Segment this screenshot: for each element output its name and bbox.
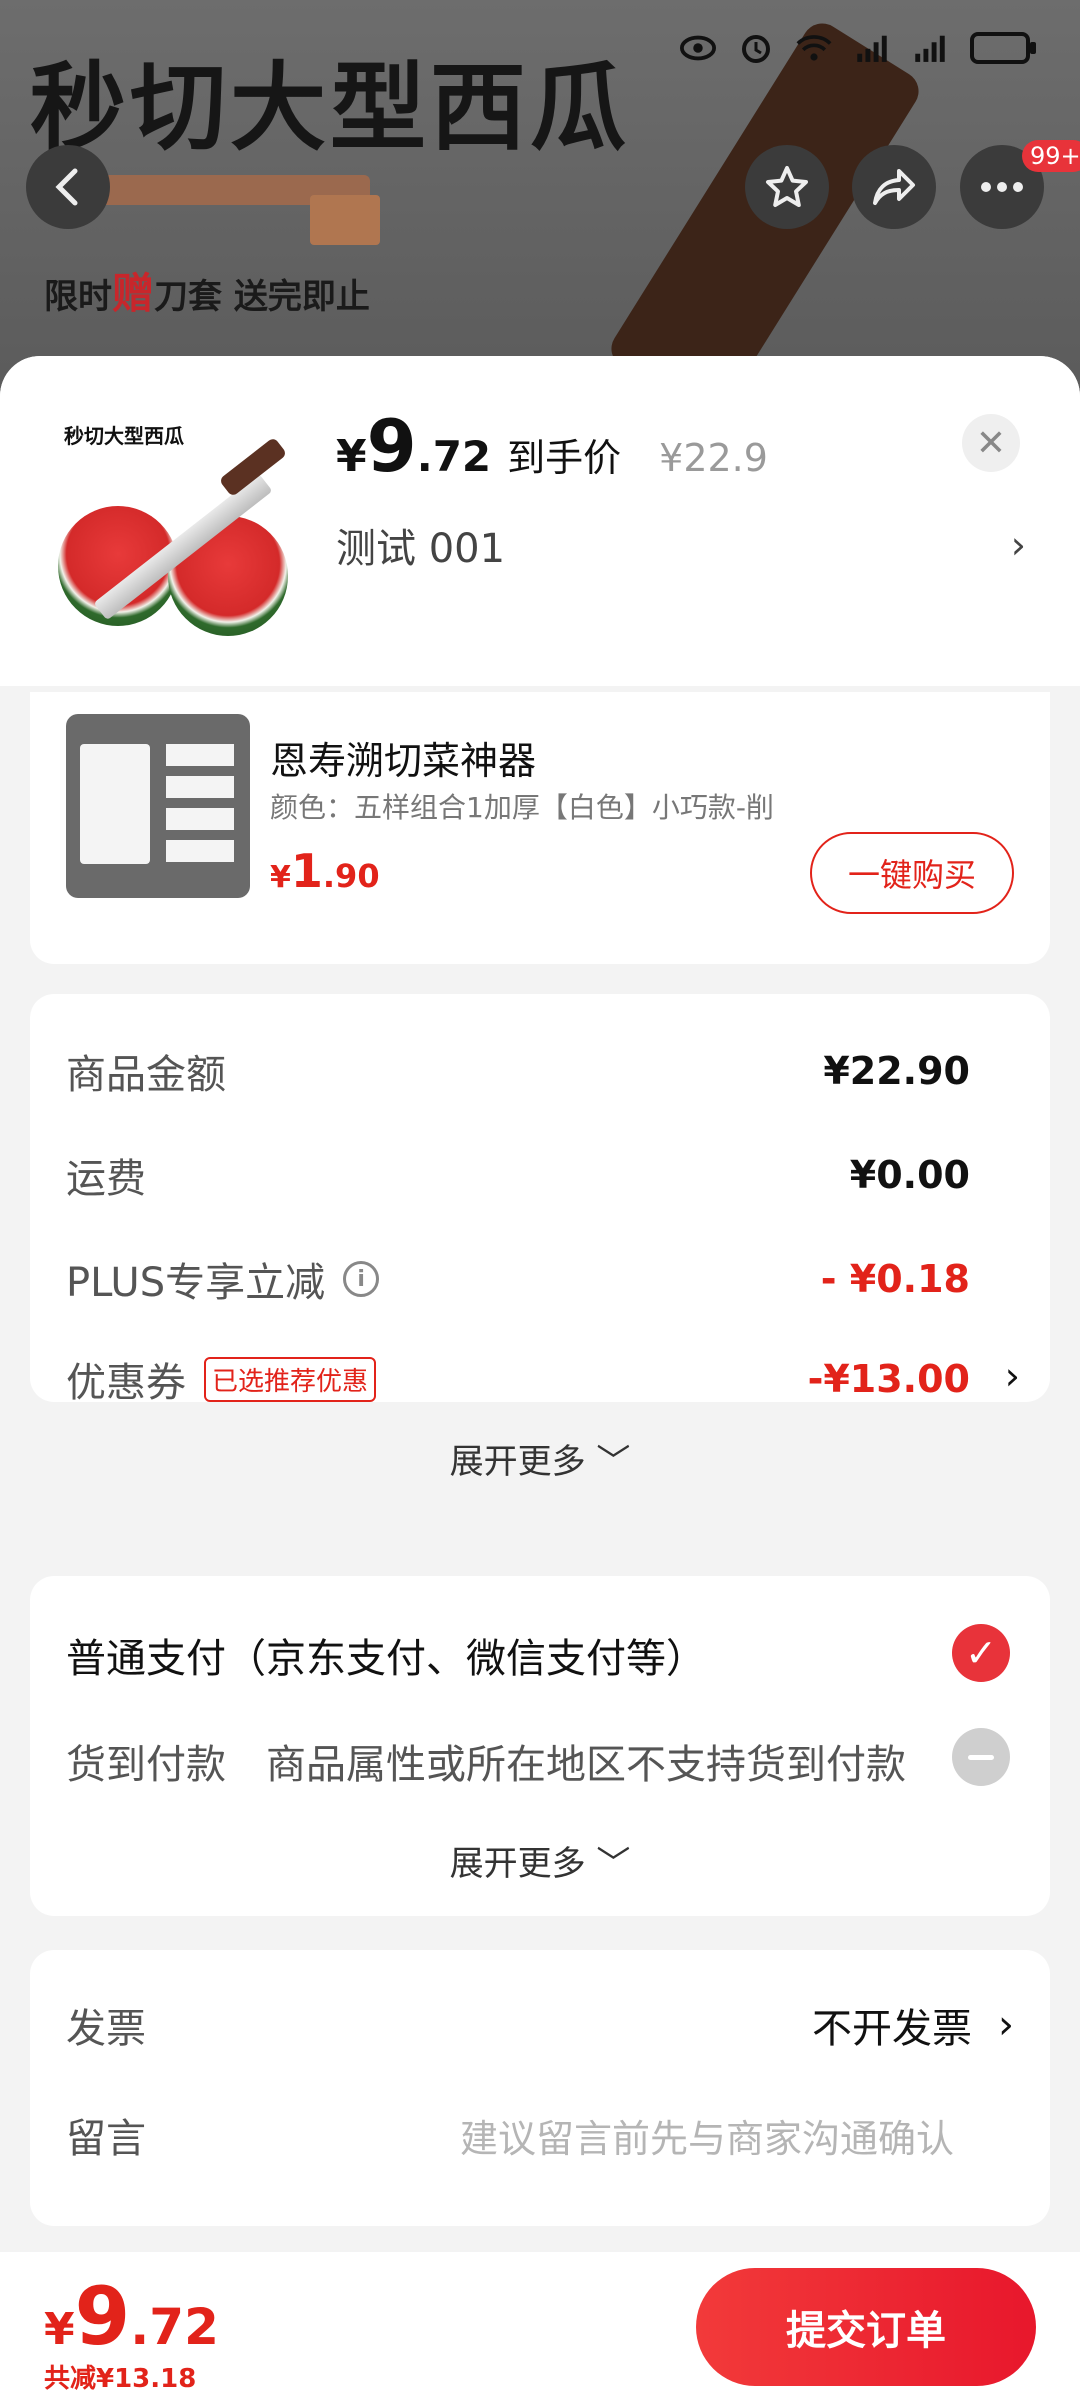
coupon-label: 优惠券 (66, 1360, 186, 1406)
info-icon[interactable]: i (343, 1261, 380, 1297)
amount-label: 优惠券 已选推荐优惠 (66, 1350, 377, 1408)
amount-label: PLUS专享立减 i (66, 1250, 380, 1308)
invoice-note-card: 发票 不开发票 › 留言 建议留言前先与商家沟通确认 (30, 1950, 1050, 2226)
blade-3-image (166, 808, 234, 830)
original-price: ¥22.9 (659, 436, 768, 480)
order-sheet: 秒切大型西瓜 ¥ 9 .72 到手价 ¥22.9 ✕ 测试 001 › 恩寿溯切… (0, 356, 1080, 2400)
share-icon (873, 169, 915, 205)
blade-1-image (166, 744, 234, 766)
spec-value: 测试 001 (336, 526, 506, 572)
battery-icon (970, 32, 1036, 64)
payment-option-standard[interactable]: 普通支付（京东支付、微信支付等） (66, 1626, 706, 1684)
signal-4g-icon (854, 30, 890, 66)
expand-more-button[interactable]: 展开更多 ﹀ (30, 1434, 1050, 1483)
total-price-decimal: .72 (130, 2298, 219, 2356)
promo-suffix: 刀套 送完即止 (154, 277, 370, 317)
blade-4-image (166, 840, 234, 862)
note-input[interactable]: 建议留言前先与商家沟通确认 (460, 2108, 954, 2163)
plus-discount-label: PLUS专享立减 (66, 1260, 326, 1306)
amount-label: 运费 (66, 1156, 146, 1202)
total-price: ¥ 9 .72 (44, 2270, 219, 2363)
background-product-title: 秒切大型西瓜 (30, 52, 630, 164)
chevron-right-icon: › (998, 2002, 1014, 2048)
chevron-left-icon (55, 168, 78, 206)
final-price-label: 到手价 (507, 436, 622, 480)
product-image-caption: 秒切大型西瓜 (64, 424, 184, 448)
recommended-item-card: 恩寿溯切菜神器 颜色：五样组合1加厚【白色】小巧款-削 ¥ 1 .90 一键购买 (30, 692, 1050, 964)
amount-row-goods: 商品金额 ¥22.90 (66, 1042, 970, 1100)
recommended-item-price: ¥ 1 .90 (270, 844, 380, 898)
rec-price-decimal: .90 (322, 857, 380, 895)
amount-value: ¥0.00 (849, 1153, 970, 1197)
wifi-icon (796, 30, 832, 66)
invoice-label: 发票 (66, 2006, 146, 2052)
price-decimal: .72 (416, 432, 492, 481)
more-dots-icon (981, 182, 1023, 192)
close-button[interactable]: ✕ (962, 414, 1020, 472)
price-row: ¥ 9 .72 到手价 ¥22.9 (336, 404, 768, 488)
background-promo-text: 限时赠刀套 送完即止 (44, 260, 370, 321)
payment-expand-more-button[interactable]: 展开更多 ﹀ (30, 1836, 1050, 1885)
invoice-value-group: 不开发票 › (812, 1996, 1014, 2054)
promo-prefix: 限时 (44, 277, 112, 317)
status-bar (680, 30, 1036, 66)
message-count-badge: 99+ (1022, 140, 1080, 172)
back-button[interactable] (26, 145, 110, 229)
amount-label: 商品金额 (66, 1052, 226, 1098)
chevron-right-icon: › (1010, 523, 1026, 567)
cod-unavailable-note: 商品属性或所在地区不支持货到付款 (266, 1742, 906, 1788)
disabled-minus-icon (952, 1728, 1010, 1786)
spec-selector[interactable]: 测试 001 › (336, 516, 1026, 574)
invoice-value: 不开发票 (812, 2006, 972, 2052)
promo-highlight: 赠 (112, 269, 155, 318)
slicer-tool-image (80, 744, 150, 864)
recommended-item-image (66, 714, 250, 898)
payment-option-cod: 货到付款 (66, 1742, 226, 1788)
amount-value: -¥13.00 (807, 1357, 970, 1401)
note-row[interactable]: 留言 建议留言前先与商家沟通确认 (66, 2106, 1014, 2164)
price-symbol: ¥ (336, 431, 367, 482)
amount-row-shipping: 运费 ¥0.00 (66, 1146, 970, 1204)
note-label: 留言 (66, 2116, 146, 2162)
coupon-tag: 已选推荐优惠 (204, 1356, 377, 1402)
star-icon (766, 166, 808, 207)
invoice-row[interactable]: 发票 不开发票 › (66, 1996, 1014, 2054)
blade-2-image (166, 776, 234, 798)
amount-summary-card: 商品金额 ¥22.90 运费 ¥0.00 PLUS专享立减 i - ¥0.18 … (30, 994, 1050, 1482)
checkout-bar: ¥ 9 .72 共减¥13.18 提交订单 (0, 2252, 1080, 2400)
product-image: 秒切大型西瓜 (58, 416, 298, 656)
amount-row-coupon[interactable]: 优惠券 已选推荐优惠 -¥13.00 (66, 1350, 970, 1408)
payment-method-card: 普通支付（京东支付、微信支付等） ✓ 货到付款 商品属性或所在地区不支持货到付款… (30, 1576, 1050, 1916)
chevron-right-icon: › (1004, 1354, 1020, 1398)
close-icon: ✕ (975, 422, 1007, 464)
signal-4g-icon-2 (912, 30, 948, 66)
rec-price-integer: 1 (290, 844, 323, 898)
background-knife-tab (310, 195, 380, 245)
total-price-symbol: ¥ (44, 2304, 75, 2355)
eye-icon (680, 30, 716, 66)
rec-price-symbol: ¥ (270, 860, 291, 895)
product-header: 秒切大型西瓜 ¥ 9 .72 到手价 ¥22.9 ✕ 测试 001 › (0, 356, 1080, 686)
amount-row-plus: PLUS专享立减 i - ¥0.18 (66, 1250, 970, 1308)
price-integer: 9 (366, 404, 417, 488)
share-button[interactable] (852, 145, 936, 229)
favorite-button[interactable] (745, 145, 829, 229)
amount-value: ¥22.90 (823, 1049, 970, 1093)
one-click-buy-button[interactable]: 一键购买 (810, 832, 1014, 914)
total-price-integer: 9 (74, 2270, 131, 2363)
submit-order-button[interactable]: 提交订单 (696, 2268, 1036, 2386)
recommended-item-spec: 颜色：五样组合1加厚【白色】小巧款-削 (270, 791, 774, 824)
recommended-item-title[interactable]: 恩寿溯切菜神器 (270, 730, 536, 785)
checkmark-icon[interactable]: ✓ (952, 1624, 1010, 1682)
amount-value: - ¥0.18 (820, 1257, 970, 1301)
alarm-icon (738, 30, 774, 66)
total-savings: 共减¥13.18 (44, 2364, 197, 2394)
